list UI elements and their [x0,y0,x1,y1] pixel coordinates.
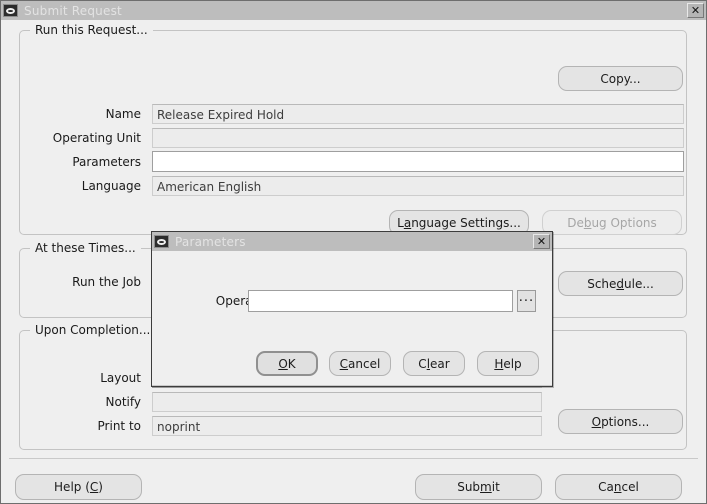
copy-button[interactable]: Copy... [558,66,683,91]
options-button[interactable]: Options... [558,409,683,434]
options-label: Options... [591,414,650,429]
name-field[interactable]: Release Expired Hold [152,104,684,124]
group-run-this-request-title: Run this Request... [30,23,153,37]
operating-unit-field[interactable] [152,128,684,148]
print-to-field[interactable]: noprint [152,416,542,436]
submit-button[interactable]: Submit [415,474,542,500]
print-to-label: Print to [97,419,141,433]
layout-label: Layout [100,371,141,385]
parameters-dialog-body: Operating Unit ... OK Cancel Clear Help [152,251,552,386]
dialog-operating-unit-input[interactable] [248,290,513,312]
window-title: Submit Request [24,3,122,18]
debug-options-label: Debug Options [567,215,657,230]
name-label: Name [105,107,141,121]
cancel-label: Cancel [598,480,639,494]
language-label: Language [81,179,141,193]
dialog-ok-label: OK [278,356,296,371]
close-icon[interactable]: ✕ [687,3,704,18]
oracle-oval-icon [3,4,18,17]
lov-button-label: ... [518,290,535,305]
parameters-dialog: Parameters ✕ Operating Unit ... OK Cance… [151,231,553,387]
debug-options-button: Debug Options [542,210,682,235]
language-field[interactable]: American English [152,176,684,196]
dialog-help-label: Help [494,356,522,371]
dialog-cancel-button[interactable]: Cancel [329,351,391,376]
dialog-clear-label: Clear [418,356,450,371]
help-c-button[interactable]: Help (C) [15,474,142,500]
dialog-ok-button[interactable]: OK [256,351,318,376]
window-titlebar: Submit Request ✕ [1,1,706,20]
parameters-dialog-title: Parameters [175,234,246,249]
parameters-dialog-titlebar: Parameters ✕ [152,232,552,251]
help-c-label: Help (C) [54,480,103,494]
parameters-label: Parameters [72,155,141,169]
oracle-oval-icon [154,235,169,248]
dialog-help-button[interactable]: Help [477,351,539,376]
operating-unit-label: Operating Unit [52,131,141,145]
lov-button[interactable]: ... [517,290,536,312]
dialog-clear-button[interactable]: Clear [403,351,465,376]
language-settings-label: Language Settings... [397,215,521,230]
submit-request-window: Submit Request ✕ Run this Request... Cop… [0,0,707,504]
schedule-button[interactable]: Schedule... [558,271,683,296]
cancel-button[interactable]: Cancel [555,474,682,500]
dialog-cancel-label: Cancel [339,356,381,371]
notify-field[interactable] [152,392,542,412]
schedule-label: Schedule... [587,276,654,291]
group-at-these-times-title: At these Times... [30,241,141,255]
run-the-job-label: Run the Job [72,275,141,289]
close-icon[interactable]: ✕ [533,234,550,249]
submit-label: Submit [457,480,500,494]
bottom-divider [9,458,698,459]
notify-label: Notify [105,395,141,409]
parameters-field[interactable] [152,151,684,172]
group-upon-completion-title: Upon Completion... [30,323,156,337]
